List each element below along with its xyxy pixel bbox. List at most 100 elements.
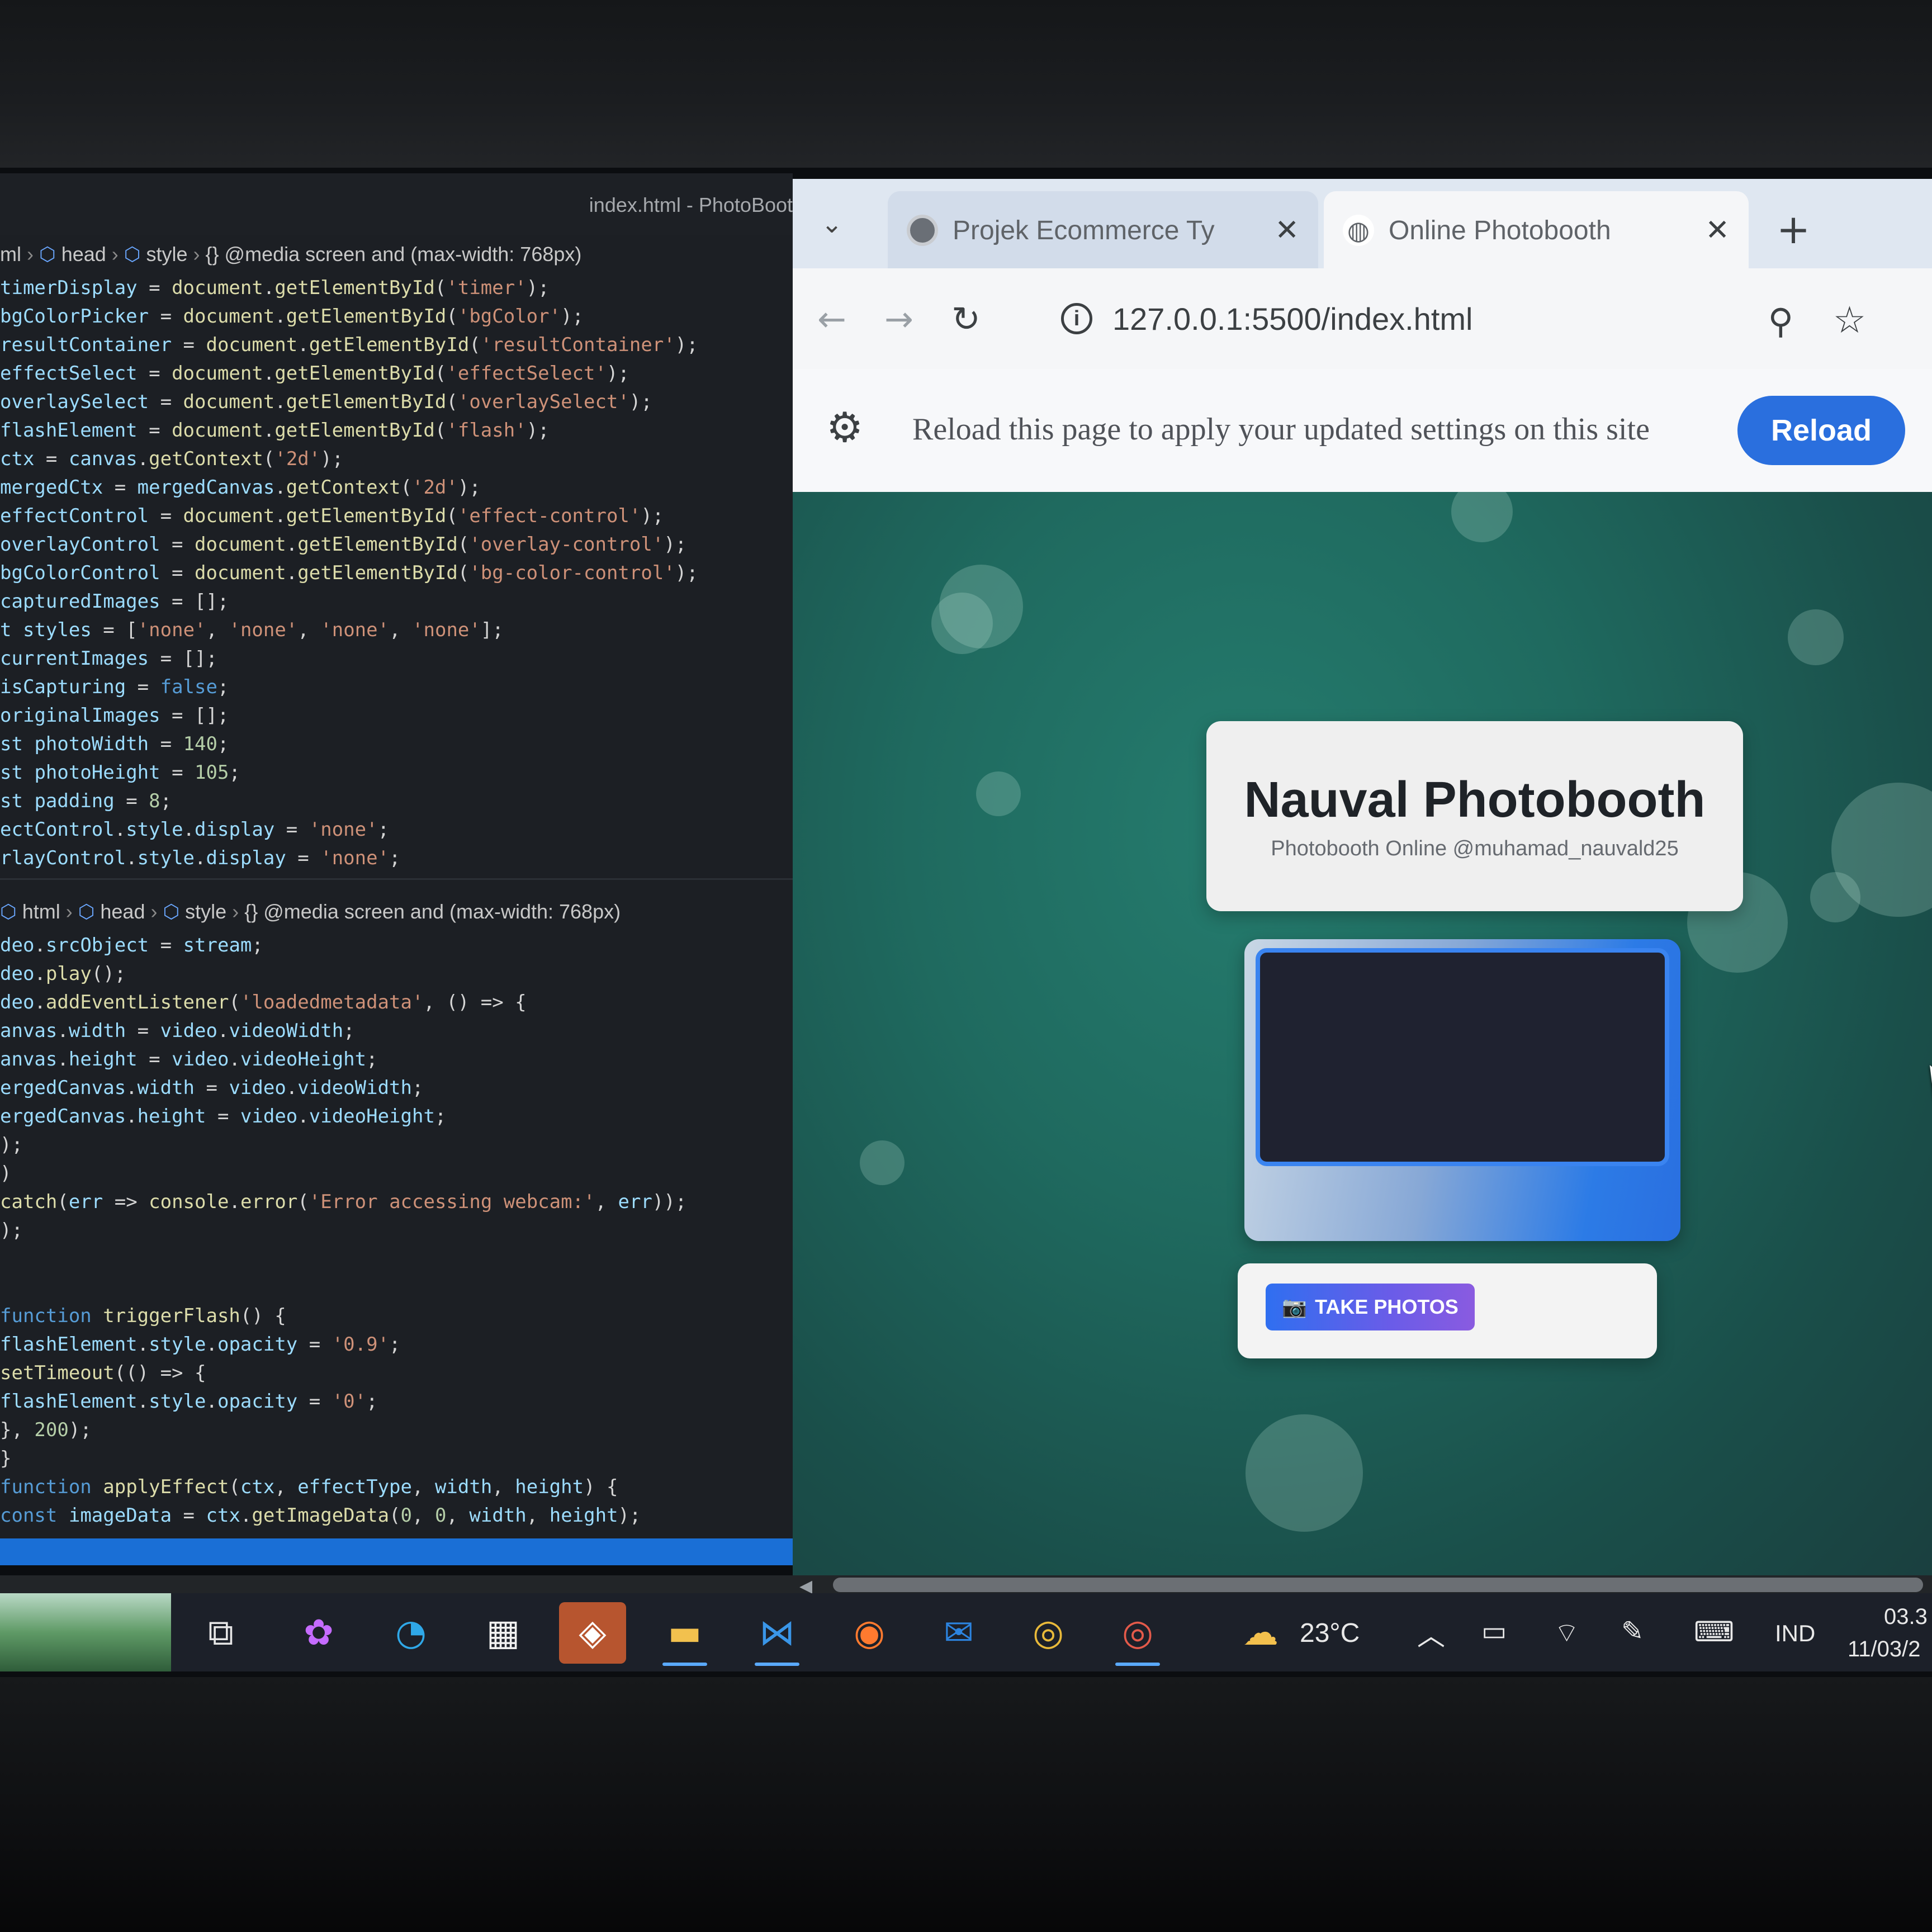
clock-time[interactable]: 03.3 bbox=[1884, 1604, 1928, 1630]
weather-icon[interactable]: ☁ bbox=[1227, 1602, 1294, 1664]
scrollbar-thumb[interactable] bbox=[833, 1578, 1923, 1592]
chevron-up-icon[interactable]: ︿ bbox=[1417, 1613, 1445, 1654]
code-line[interactable]: anvas.width = video.videoWidth; bbox=[0, 1017, 793, 1045]
element-icon: ⬡ bbox=[163, 901, 180, 922]
code-line[interactable]: isCapturing = false; bbox=[0, 673, 793, 702]
code-line[interactable]: flashElement = document.getElementById('… bbox=[0, 416, 793, 445]
bookmark-star-icon[interactable]: ☆ bbox=[1833, 299, 1866, 342]
clock-date[interactable]: 11/03/2 bbox=[1848, 1637, 1921, 1662]
code-editor[interactable]: index.html - PhotoBoot ml › ⬡ head › ⬡ s… bbox=[0, 173, 793, 1565]
reload-button[interactable]: ↻ bbox=[938, 291, 994, 347]
code-line[interactable]: ergedCanvas.width = video.videoWidth; bbox=[0, 1074, 793, 1102]
code-line[interactable]: ); bbox=[0, 1131, 793, 1159]
code-line[interactable]: bgColorPicker = document.getElementById(… bbox=[0, 302, 793, 331]
taskbar: ⧉ ✿ ◔ ▦ ◈ ▬ ⋈ ◉ ✉ ◎ ◎ ☁ 23°C ︿ ▭ ⌔ ✎ ⌨ I… bbox=[0, 1593, 1932, 1671]
infobar-reload-button[interactable]: Reload bbox=[1737, 396, 1905, 465]
code-line[interactable]: effectSelect = document.getElementById('… bbox=[0, 359, 793, 388]
horizontal-scrollbar[interactable]: ◀ bbox=[0, 1575, 1932, 1596]
code-line[interactable]: setTimeout(() => { bbox=[0, 1359, 793, 1388]
code-line[interactable]: function applyEffect(ctx, effectType, wi… bbox=[0, 1473, 793, 1502]
chrome-profile-icon[interactable]: ◎ bbox=[1104, 1602, 1171, 1666]
wifi-icon[interactable]: ⌔ bbox=[1554, 1616, 1579, 1649]
code-line[interactable]: ectControl.style.display = 'none'; bbox=[0, 816, 793, 844]
code-line[interactable]: ctx = canvas.getContext('2d'); bbox=[0, 445, 793, 473]
code-line[interactable]: capturedImages = []; bbox=[0, 588, 793, 616]
chevron-right-icon: › bbox=[65, 900, 73, 923]
close-icon[interactable]: ✕ bbox=[1275, 214, 1299, 247]
code-line[interactable]: deo.srcObject = stream; bbox=[0, 931, 793, 960]
tab-projek-ecommerce[interactable]: Projek Ecommerce Ty ✕ bbox=[888, 191, 1318, 269]
code-line[interactable]: ) bbox=[0, 1159, 793, 1188]
code-line[interactable]: flashElement.style.opacity = '0.9'; bbox=[0, 1330, 793, 1359]
brave-icon[interactable]: ◈ bbox=[559, 1602, 626, 1664]
breadcrumb-item[interactable]: @media screen and (max-width: 768px) bbox=[225, 243, 582, 266]
address-bar[interactable]: i 127.0.0.1:5500/index.html ⚲ ☆ bbox=[1061, 291, 1866, 347]
breadcrumb-item[interactable]: ml bbox=[0, 243, 21, 266]
info-icon[interactable]: i bbox=[1061, 303, 1092, 334]
breadcrumb-item[interactable]: head bbox=[100, 900, 145, 924]
code-pane-top[interactable]: timerDisplay = document.getElementById('… bbox=[0, 274, 793, 873]
code-line[interactable]: bgColorControl = document.getElementById… bbox=[0, 559, 793, 588]
code-line[interactable]: st photoHeight = 105; bbox=[0, 759, 793, 787]
code-line[interactable]: ergedCanvas.height = video.videoHeight; bbox=[0, 1102, 793, 1131]
breadcrumb-item[interactable]: style bbox=[185, 900, 226, 924]
temperature-text[interactable]: 23°C bbox=[1300, 1618, 1360, 1649]
take-photos-button[interactable]: 📷 TAKE PHOTOS bbox=[1266, 1284, 1475, 1330]
code-line[interactable]: mergedCtx = mergedCanvas.getContext('2d'… bbox=[0, 473, 793, 502]
chrome-icon[interactable]: ◎ bbox=[1015, 1602, 1082, 1664]
decorative-bubble bbox=[1246, 1414, 1363, 1532]
store-icon[interactable]: ▦ bbox=[470, 1602, 537, 1664]
breadcrumb-item[interactable]: head bbox=[61, 243, 106, 266]
widgets-thumbnail[interactable] bbox=[0, 1593, 171, 1671]
code-line[interactable]: } bbox=[0, 1445, 793, 1473]
code-line[interactable]: ); bbox=[0, 1216, 793, 1245]
keyboard-icon[interactable]: ⌨ bbox=[1694, 1616, 1734, 1648]
close-icon[interactable]: ✕ bbox=[1705, 214, 1730, 247]
code-line[interactable]: catch(err => console.error('Error access… bbox=[0, 1188, 793, 1216]
back-button[interactable]: ← bbox=[804, 291, 860, 347]
code-line[interactable]: effectControl = document.getElementById(… bbox=[0, 502, 793, 531]
vscode-icon[interactable]: ⋈ bbox=[744, 1602, 811, 1666]
code-line[interactable]: overlayControl = document.getElementById… bbox=[0, 531, 793, 559]
tab-online-photobooth[interactable]: ◍ Online Photobooth ✕ bbox=[1324, 191, 1749, 269]
code-line[interactable]: anvas.height = video.videoHeight; bbox=[0, 1045, 793, 1074]
language-indicator[interactable]: IND bbox=[1775, 1620, 1815, 1647]
code-line[interactable]: st photoWidth = 140; bbox=[0, 730, 793, 759]
outlook-icon[interactable]: ✉ bbox=[925, 1602, 992, 1664]
breadcrumb-item[interactable]: html bbox=[22, 900, 60, 924]
breadcrumb-item[interactable]: @media screen and (max-width: 768px) bbox=[263, 900, 621, 924]
forward-button[interactable]: → bbox=[871, 291, 927, 347]
code-line[interactable] bbox=[0, 1273, 793, 1302]
code-line[interactable]: currentImages = []; bbox=[0, 645, 793, 673]
url-text[interactable]: 127.0.0.1:5500/index.html bbox=[1112, 301, 1472, 337]
monitor-bezel-bottom bbox=[0, 1677, 1932, 1932]
firefox-icon[interactable]: ◉ bbox=[836, 1602, 903, 1664]
task-view-icon[interactable]: ⧉ bbox=[187, 1602, 254, 1664]
code-line[interactable]: originalImages = []; bbox=[0, 702, 793, 730]
code-line[interactable]: overlaySelect = document.getElementById(… bbox=[0, 388, 793, 416]
code-line[interactable]: t styles = ['none', 'none', 'none', 'non… bbox=[0, 616, 793, 645]
zoom-icon[interactable]: ⚲ bbox=[1768, 301, 1793, 342]
file-explorer-icon[interactable]: ▬ bbox=[651, 1602, 718, 1666]
code-line[interactable] bbox=[0, 1245, 793, 1273]
breadcrumb-item[interactable]: style bbox=[146, 243, 187, 266]
code-line[interactable]: rlayControl.style.display = 'none'; bbox=[0, 844, 793, 873]
new-tab-button[interactable]: + bbox=[1765, 201, 1821, 257]
code-line[interactable]: function triggerFlash() { bbox=[0, 1302, 793, 1330]
code-line[interactable]: st padding = 8; bbox=[0, 787, 793, 816]
pen-icon[interactable]: ✎ bbox=[1621, 1616, 1644, 1647]
controls-card: 📷 TAKE PHOTOS bbox=[1238, 1263, 1657, 1358]
network-icon[interactable]: ▭ bbox=[1481, 1616, 1507, 1647]
code-pane-bottom[interactable]: deo.srcObject = stream; deo.play(); deo.ad… bbox=[0, 931, 793, 1530]
code-line[interactable]: flashElement.style.opacity = '0'; bbox=[0, 1388, 793, 1416]
camera-card bbox=[1244, 939, 1680, 1241]
code-line[interactable]: resultContainer = document.getElementByI… bbox=[0, 331, 793, 359]
tab-search-button[interactable]: ⌄ bbox=[804, 196, 860, 252]
code-line[interactable]: deo.play(); bbox=[0, 960, 793, 988]
code-line[interactable]: timerDisplay = document.getElementById('… bbox=[0, 274, 793, 302]
code-line[interactable]: const imageData = ctx.getImageData(0, 0,… bbox=[0, 1502, 793, 1530]
code-line[interactable]: deo.addEventListener('loadedmetadata', (… bbox=[0, 988, 793, 1017]
copilot-icon[interactable]: ✿ bbox=[285, 1602, 352, 1664]
code-line[interactable]: }, 200); bbox=[0, 1416, 793, 1445]
edge-icon[interactable]: ◔ bbox=[377, 1602, 444, 1664]
